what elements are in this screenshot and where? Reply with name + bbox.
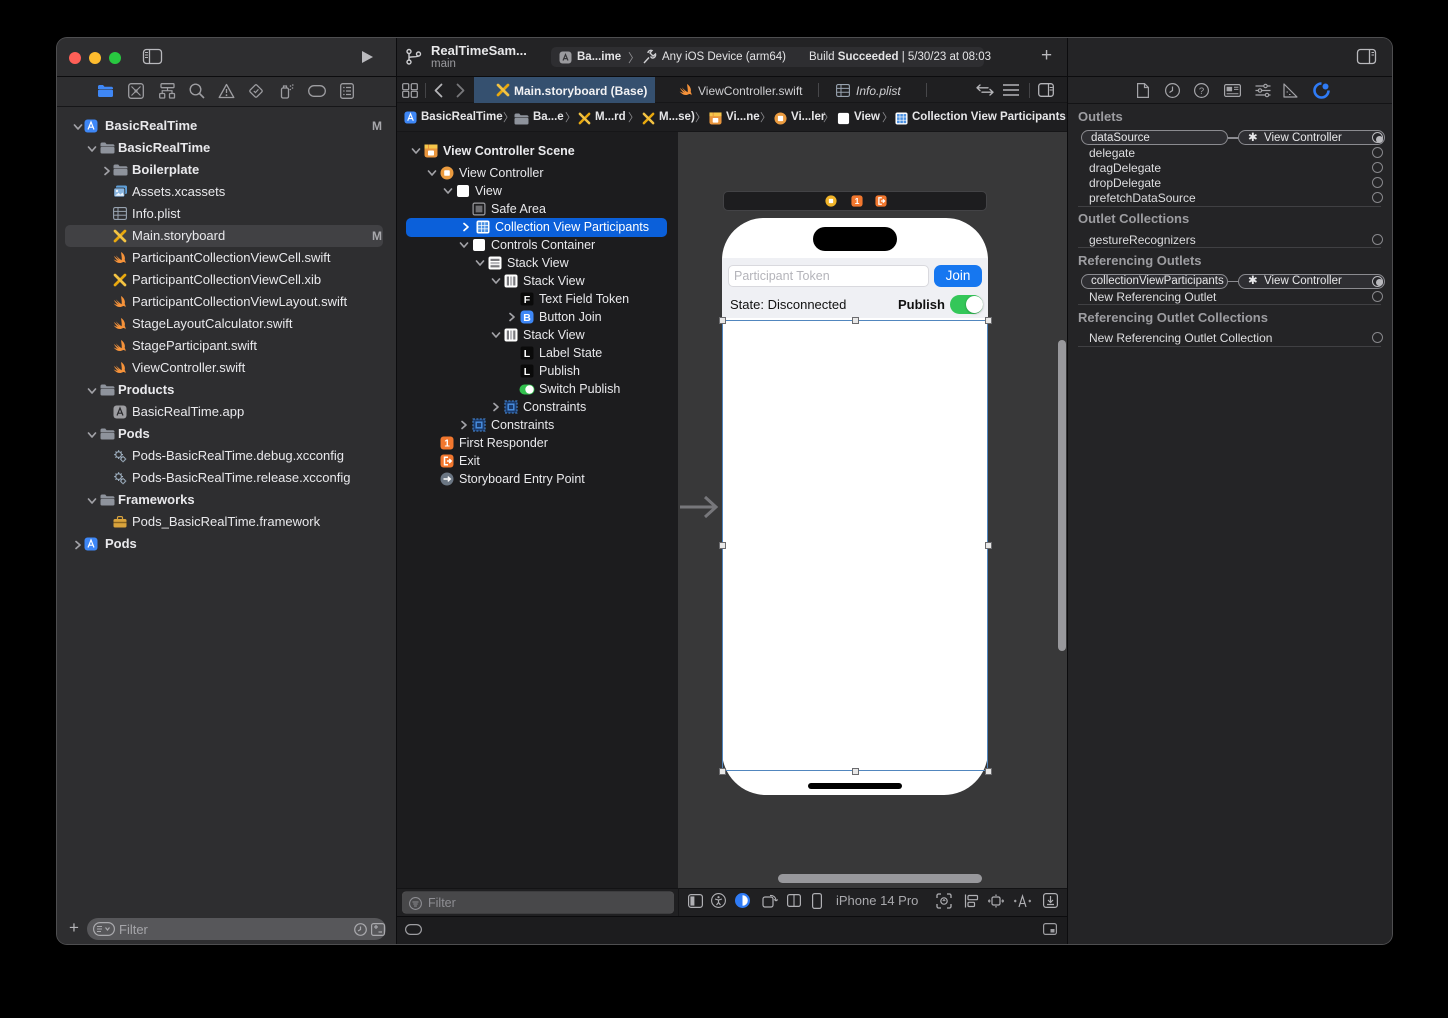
svg-text:L: L	[524, 366, 531, 378]
svg-text:F: F	[524, 294, 531, 306]
svg-text:L: L	[524, 348, 531, 360]
svg-text:B: B	[523, 312, 531, 324]
svg-text:?: ?	[1199, 86, 1204, 97]
